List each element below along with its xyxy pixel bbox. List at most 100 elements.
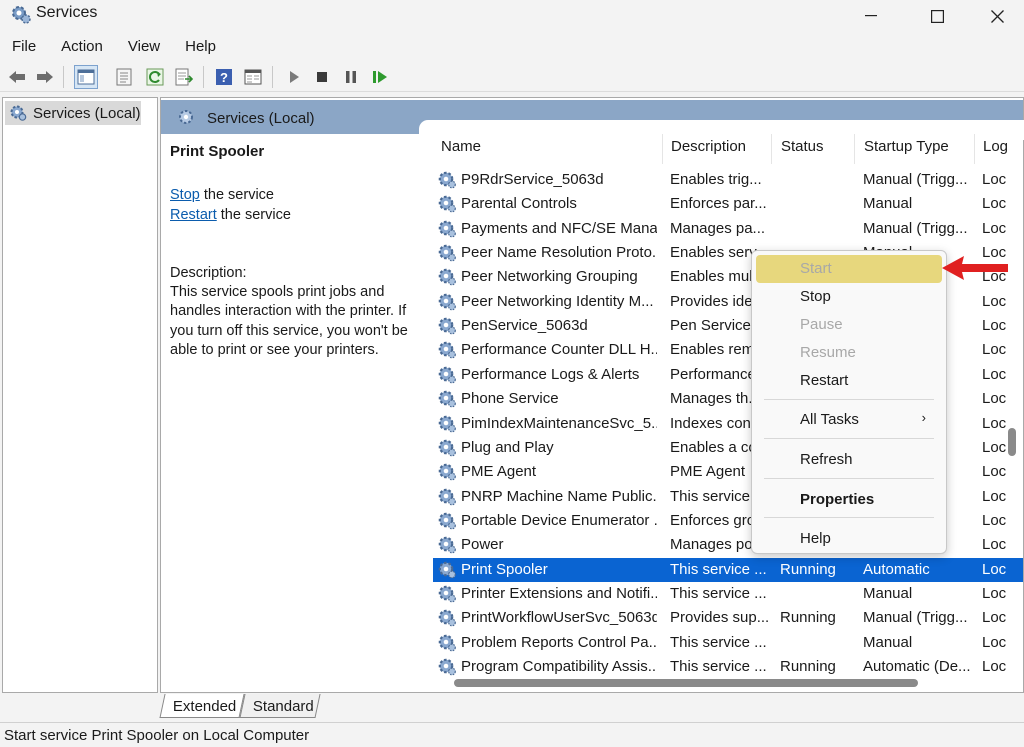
menu-item-help[interactable]: Help <box>756 525 942 553</box>
service-name-cell: Phone Service <box>461 390 559 408</box>
menu-item-refresh[interactable]: Refresh <box>756 446 942 474</box>
service-logon-cell: Loc <box>982 341 1007 359</box>
services-gear-icon <box>179 110 193 124</box>
service-gear-icon <box>437 365 457 389</box>
table-row[interactable]: Print Spooler This service ... Running Auto… <box>433 557 1023 584</box>
menu-item-restart[interactable]: Restart <box>756 367 942 395</box>
service-description-cell: Manages pa... <box>670 219 766 237</box>
svg-text:?: ? <box>220 70 228 85</box>
help-icon[interactable]: ? <box>212 65 236 89</box>
service-logon-cell: Loc <box>982 511 1007 529</box>
service-name-cell: PME Agent <box>461 463 537 481</box>
status-text: Start service Print Spooler on Local Com… <box>4 727 310 744</box>
close-button[interactable] <box>974 0 1020 32</box>
menu-file[interactable]: File <box>0 34 49 60</box>
service-name-cell: PimIndexMaintenanceSvc_5... <box>461 414 657 432</box>
service-name-cell: Plug and Play <box>461 438 554 456</box>
service-startup-cell: Manual (Trigg... <box>863 219 968 237</box>
menu-item-all-tasks[interactable]: All Tasks › <box>756 406 942 434</box>
service-startup-cell: Automatic (De... <box>863 658 971 675</box>
stop-service-link[interactable]: Stop <box>170 187 200 203</box>
service-description-cell: Enables trig... <box>670 171 762 188</box>
restart-service-icon[interactable] <box>368 65 392 89</box>
start-service-icon[interactable] <box>282 65 306 89</box>
console-tree-icon[interactable] <box>74 65 98 89</box>
service-logon-cell: Loc <box>982 292 1007 310</box>
service-name-cell: Printer Extensions and Notifi... <box>461 584 657 602</box>
restart-service-link[interactable]: Restart <box>170 207 217 223</box>
tab-extended-label: Extended <box>172 698 237 715</box>
service-logon-cell: Loc <box>982 463 1007 481</box>
service-description-cell: This service ... <box>670 633 767 651</box>
service-description-cell: This service ... <box>670 658 767 675</box>
tree-node-services-local[interactable]: Services (Local) <box>5 101 141 125</box>
back-arrow-icon[interactable] <box>5 65 29 89</box>
menu-item-resume[interactable]: Resume <box>756 339 942 367</box>
service-startup-cell: Automatic <box>863 560 930 578</box>
refresh-icon[interactable] <box>143 65 167 89</box>
properties-sheet-icon[interactable] <box>112 65 136 89</box>
menu-item-start[interactable]: Start <box>756 255 942 283</box>
maximize-button[interactable] <box>914 0 960 32</box>
description-label: Description: <box>170 264 247 281</box>
service-name-cell: Portable Device Enumerator ... <box>461 511 657 529</box>
column-header-startup-type[interactable]: Startup Type <box>864 138 949 162</box>
service-logon-cell: Loc <box>982 390 1007 408</box>
table-row[interactable]: Printer Extensions and Notifi... This ser… <box>433 582 1023 606</box>
window-title: Services <box>36 4 98 21</box>
menu-item-pause[interactable]: Pause <box>756 311 942 339</box>
column-header-status[interactable]: Status <box>781 138 824 162</box>
menu-separator <box>764 438 934 439</box>
menu-item-properties[interactable]: Properties <box>756 486 942 514</box>
table-row[interactable]: Payments and NFC/SE Mana... Manages pa...… <box>433 217 1023 241</box>
column-header-name[interactable]: Name <box>441 138 481 162</box>
service-name-cell: Performance Logs & Alerts <box>461 365 640 383</box>
menu-separator <box>764 517 934 518</box>
service-gear-icon <box>437 414 457 438</box>
horizontal-scroll-thumb[interactable] <box>454 679 918 687</box>
menu-view[interactable]: View <box>116 34 173 60</box>
service-gear-icon <box>437 340 457 364</box>
service-logon-cell: Loc <box>982 317 1007 335</box>
service-gear-icon <box>437 243 457 267</box>
pane-header-title: Services (Local) <box>207 110 315 127</box>
column-header-logon[interactable]: Log <box>983 138 1008 162</box>
service-name-cell: Problem Reports Control Pa... <box>461 633 657 651</box>
context-menu: Start Stop Pause Resume Restart All Task… <box>751 250 947 554</box>
forward-arrow-icon[interactable] <box>33 65 57 89</box>
menu-action[interactable]: Action <box>49 34 116 60</box>
menu-item-stop[interactable]: Stop <box>756 283 942 311</box>
table-row[interactable]: P9RdrService_5063d Enables trig... Manual … <box>433 168 1023 192</box>
service-gear-icon <box>437 560 457 584</box>
service-gear-icon <box>437 170 457 194</box>
column-header-description[interactable]: Description <box>671 138 746 162</box>
stop-service-icon[interactable] <box>310 65 334 89</box>
minimize-button[interactable] <box>848 0 894 32</box>
stop-link-suffix: the service <box>199 187 274 204</box>
tab-extended[interactable]: Extended <box>159 694 245 718</box>
tab-standard-label: Standard <box>252 698 314 715</box>
status-bar: Start service Print Spooler on Local Com… <box>0 722 1024 747</box>
service-gear-icon <box>437 584 457 608</box>
tab-standard[interactable]: Standard <box>239 694 321 718</box>
export-list-icon[interactable] <box>172 65 196 89</box>
service-name-cell: Performance Counter DLL H... <box>461 341 657 359</box>
service-name-cell: PrintWorkflowUserSvc_5063d <box>461 609 657 627</box>
service-gear-icon <box>437 292 457 316</box>
table-row[interactable]: PrintWorkflowUserSvc_5063d Provides sup..… <box>433 606 1023 630</box>
service-name-cell: Parental Controls <box>461 195 577 213</box>
horizontal-scrollbar[interactable] <box>433 675 1023 687</box>
vertical-scroll-thumb[interactable] <box>1008 428 1016 456</box>
table-row[interactable]: Problem Reports Control Pa... This servic… <box>433 631 1023 655</box>
service-status-cell: Running <box>780 658 836 675</box>
menu-help[interactable]: Help <box>173 34 229 60</box>
service-startup-cell: Manual <box>863 584 913 602</box>
table-row[interactable]: Parental Controls Enforces par... Manual Lo… <box>433 192 1023 216</box>
pause-service-icon[interactable] <box>339 65 363 89</box>
service-gear-icon <box>437 194 457 218</box>
show-hide-pane-icon[interactable] <box>241 65 265 89</box>
service-description-cell: Enforces par... <box>670 195 767 213</box>
console-tree: Services (Local) <box>2 97 158 693</box>
service-name-cell: Peer Networking Grouping <box>461 268 638 286</box>
service-startup-cell: Manual <box>863 195 913 213</box>
